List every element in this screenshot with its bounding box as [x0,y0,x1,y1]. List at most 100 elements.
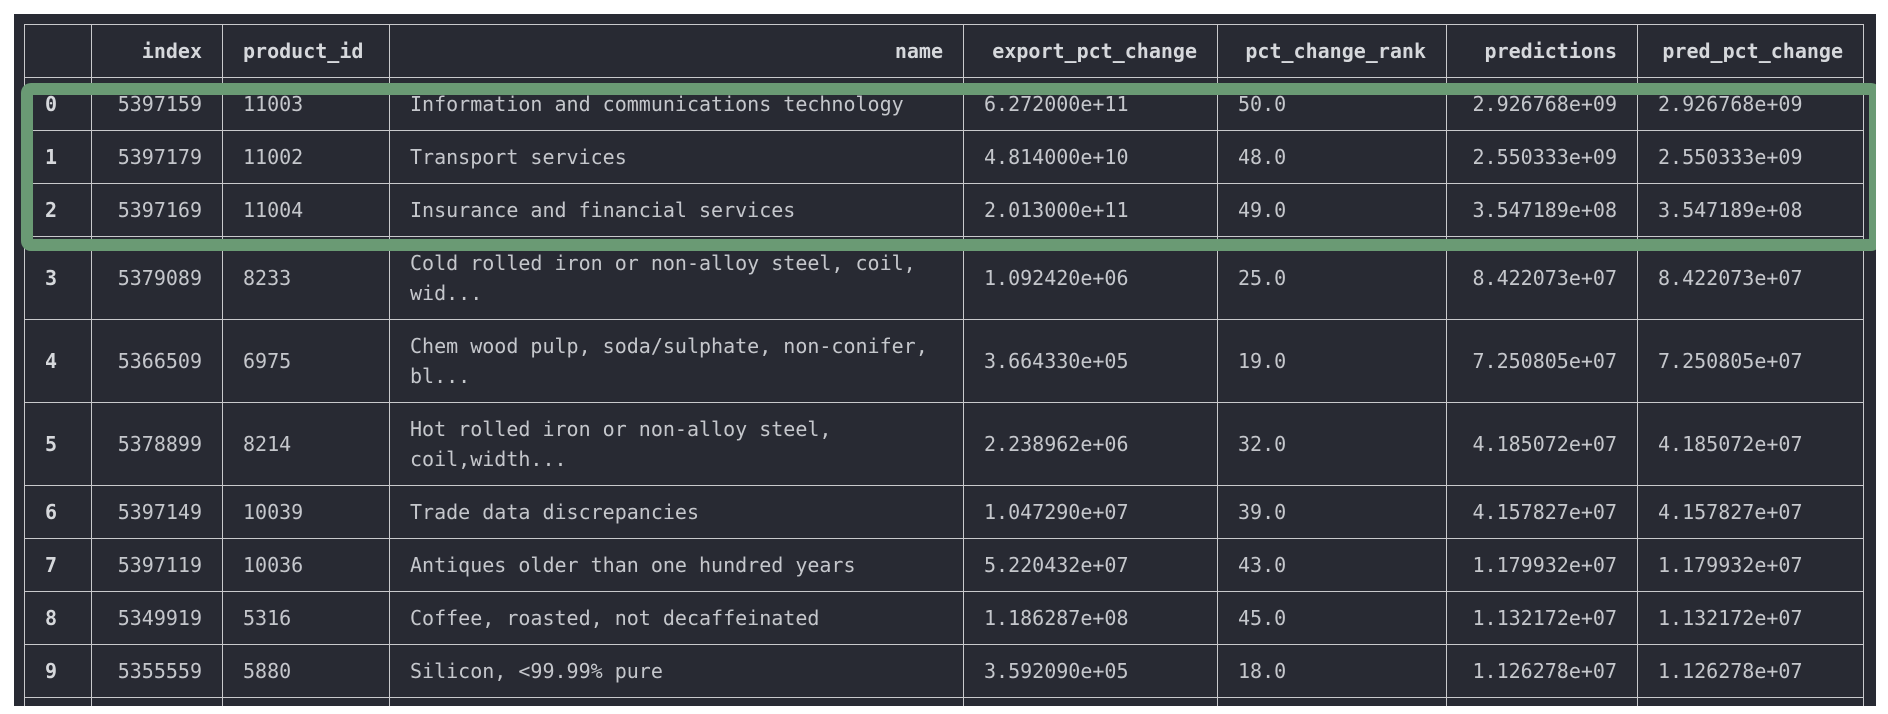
cell-pct-change-rank: 25.0 [1217,236,1447,320]
cell-pct-change-rank: 50.0 [1217,77,1447,131]
cell-name: Information and communications technolog… [389,77,964,131]
column-header-predictions: predictions [1446,24,1638,78]
partial-cell [1637,697,1864,706]
cell-name: Silicon, <99.99% pure [389,644,964,698]
cell-product-id: 8214 [222,402,390,486]
cell-pct-change-rank: 32.0 [1217,402,1447,486]
cell-export-pct-change: 2.013000e+11 [963,183,1218,237]
cell-product-id: 11002 [222,130,390,184]
cell-pct-change-rank: 39.0 [1217,485,1447,539]
cell-product-id: 6975 [222,319,390,403]
cell-predictions: 4.157827e+07 [1446,485,1638,539]
table-row: 5 5378899 8214 Hot rolled iron or non-alloy… [24,402,1864,486]
row-label: 9 [24,644,92,698]
cell-export-pct-change: 4.814000e+10 [963,130,1218,184]
cell-product-id: 11003 [222,77,390,131]
cell-predictions: 7.250805e+07 [1446,319,1638,403]
row-label: 4 [24,319,92,403]
table-row: 6 5397149 10039 Trade data discrepancies 1.0… [24,485,1864,539]
table-row: 0 5397159 11003 Information and communicati… [24,77,1864,131]
cell-export-pct-change: 1.092420e+06 [963,236,1218,320]
cell-index: 5397159 [91,77,223,131]
table-row: 9 5355559 5880 Silicon, <99.99% pure 3.59209… [24,644,1864,698]
cell-name: Antiques older than one hundred years [389,538,964,592]
row-label: 3 [24,236,92,320]
cell-pred-pct-change: 3.547189e+08 [1637,183,1864,237]
table-row: 3 5379089 8233 Cold rolled iron or non-allo… [24,236,1864,320]
cell-predictions: 1.126278e+07 [1446,644,1638,698]
cell-pct-change-rank: 49.0 [1217,183,1447,237]
cell-product-id: 11004 [222,183,390,237]
cell-pct-change-rank: 19.0 [1217,319,1447,403]
cell-export-pct-change: 2.238962e+06 [963,402,1218,486]
cell-export-pct-change: 3.592090e+05 [963,644,1218,698]
cell-name: Hot rolled iron or non-alloy steel, coil… [389,402,964,486]
table-row: 8 5349919 5316 Coffee, roasted, not decaffe… [24,591,1864,645]
cell-index: 5397149 [91,485,223,539]
cell-pred-pct-change: 8.422073e+07 [1637,236,1864,320]
cell-name: Coffee, roasted, not decaffeinated [389,591,964,645]
cell-export-pct-change: 1.186287e+08 [963,591,1218,645]
cell-pred-pct-change: 1.132172e+07 [1637,591,1864,645]
column-header-product-id: product_id [222,24,390,78]
cell-pred-pct-change: 2.926768e+09 [1637,77,1864,131]
cell-product-id: 5316 [222,591,390,645]
partial-cell [24,697,92,706]
cell-pct-change-rank: 45.0 [1217,591,1447,645]
cell-name: Chem wood pulp, soda/sulphate, non-conif… [389,319,964,403]
cell-predictions: 2.550333e+09 [1446,130,1638,184]
row-label: 1 [24,130,92,184]
cell-predictions: 2.926768e+09 [1446,77,1638,131]
column-header-export-pct-change: export_pct_change [963,24,1218,78]
cell-index: 5366509 [91,319,223,403]
cell-export-pct-change: 1.047290e+07 [963,485,1218,539]
partial-cell [963,697,1218,706]
table-row: 4 5366509 6975 Chem wood pulp, soda/sulphat… [24,319,1864,403]
row-label: 6 [24,485,92,539]
cell-pct-change-rank: 43.0 [1217,538,1447,592]
cell-pred-pct-change: 4.185072e+07 [1637,402,1864,486]
dataframe-output: index product_id name export_pct_change … [14,14,1876,706]
row-label: 5 [24,402,92,486]
cell-pred-pct-change: 2.550333e+09 [1637,130,1864,184]
cell-predictions: 1.179932e+07 [1446,538,1638,592]
cell-product-id: 5880 [222,644,390,698]
partial-cell [1446,697,1638,706]
row-label: 8 [24,591,92,645]
cell-export-pct-change: 5.220432e+07 [963,538,1218,592]
cell-pred-pct-change: 7.250805e+07 [1637,319,1864,403]
row-label: 0 [24,77,92,131]
cell-name: Transport services [389,130,964,184]
cell-export-pct-change: 3.664330e+05 [963,319,1218,403]
cell-product-id: 10039 [222,485,390,539]
cell-product-id: 8233 [222,236,390,320]
dataframe-table: index product_id name export_pct_change … [24,24,1864,706]
cell-index: 5355559 [91,644,223,698]
row-label: 2 [24,183,92,237]
column-header-row-label [24,24,92,78]
cell-pred-pct-change: 1.126278e+07 [1637,644,1864,698]
cell-name: Cold rolled iron or non-alloy steel, coi… [389,236,964,320]
cell-predictions: 8.422073e+07 [1446,236,1638,320]
cell-pct-change-rank: 18.0 [1217,644,1447,698]
header-row: index product_id name export_pct_change … [24,24,1864,78]
partial-cell [222,697,390,706]
column-header-pred-pct-change: pred_pct_change [1637,24,1864,78]
cell-index: 5397169 [91,183,223,237]
cell-pred-pct-change: 1.179932e+07 [1637,538,1864,592]
partial-cell [91,697,223,706]
column-header-pct-change-rank: pct_change_rank [1217,24,1447,78]
cell-predictions: 4.185072e+07 [1446,402,1638,486]
cell-index: 5397179 [91,130,223,184]
cell-pct-change-rank: 48.0 [1217,130,1447,184]
table-row: 7 5397119 10036 Antiques older than one hun… [24,538,1864,592]
cell-predictions: 3.547189e+08 [1446,183,1638,237]
table-row: 2 5397169 11004 Insurance and financial ser… [24,183,1864,237]
partial-cell [1217,697,1447,706]
table-row: 1 5397179 11002 Transport services 4.814000e… [24,130,1864,184]
partial-cell [389,697,964,706]
cell-pred-pct-change: 4.157827e+07 [1637,485,1864,539]
cell-index: 5379089 [91,236,223,320]
column-header-index: index [91,24,223,78]
cell-product-id: 10036 [222,538,390,592]
